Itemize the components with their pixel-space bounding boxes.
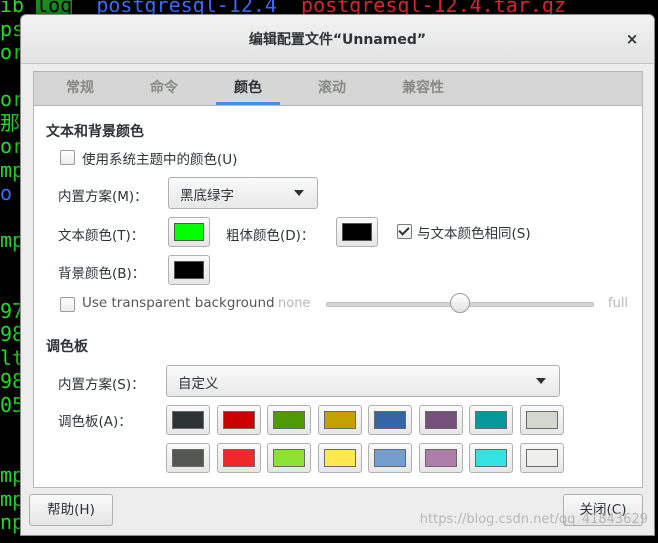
palette-swatch bbox=[374, 449, 406, 467]
tab-bar: 常规 命令 颜色 滚动 兼容性 bbox=[34, 72, 642, 106]
transparent-bg-checkbox[interactable] bbox=[60, 297, 75, 312]
builtin-scheme-label: 内置方案(M)： bbox=[58, 189, 148, 205]
palette-color-button-9[interactable] bbox=[216, 443, 261, 473]
palette-swatch bbox=[222, 449, 255, 467]
terminal-text: o bbox=[0, 181, 13, 205]
terminal-line: o bbox=[0, 182, 12, 204]
palette-color-button-5[interactable] bbox=[418, 405, 463, 435]
terminal-line: 那 bbox=[0, 112, 20, 134]
tab-scrolling[interactable]: 滚动 bbox=[318, 72, 346, 105]
palette-swatch bbox=[323, 411, 356, 429]
palette-swatch bbox=[475, 449, 507, 467]
builtin-scheme-value: 黑底绿字 bbox=[180, 188, 234, 204]
bold-color-swatch bbox=[342, 223, 372, 241]
close-icon[interactable]: × bbox=[622, 29, 642, 49]
palette-color-button-12[interactable] bbox=[368, 443, 412, 473]
palette-color-button-1[interactable] bbox=[216, 405, 261, 435]
palette-swatch bbox=[424, 411, 457, 429]
slider-min-label: none bbox=[278, 296, 311, 311]
same-as-text-label: 与文本颜色相同(S) bbox=[417, 226, 531, 242]
text-color-button[interactable] bbox=[168, 217, 210, 247]
palette-color-button-7[interactable] bbox=[519, 405, 564, 435]
palette-color-button-10[interactable] bbox=[267, 443, 311, 473]
tab-compatibility[interactable]: 兼容性 bbox=[402, 72, 444, 105]
palette-swatch bbox=[323, 449, 356, 467]
palette-color-button-6[interactable] bbox=[469, 405, 513, 435]
bg-color-button[interactable] bbox=[168, 255, 210, 285]
palette-color-button-11[interactable] bbox=[317, 443, 362, 473]
transparent-bg-label: Use transparent background bbox=[82, 295, 275, 311]
palette-swatch bbox=[525, 411, 558, 429]
tab-colors[interactable]: 颜色 bbox=[216, 72, 280, 105]
tab-general[interactable]: 常规 bbox=[66, 72, 94, 105]
builtin-scheme-combo[interactable]: 黑底绿字 bbox=[168, 177, 318, 209]
palette-swatch bbox=[172, 449, 204, 467]
profile-preferences-dialog: 编辑配置文件“Unnamed” × 常规 命令 颜色 滚动 兼容性 文本和背景颜… bbox=[20, 14, 655, 536]
palette-swatch bbox=[273, 411, 305, 429]
bg-color-label: 背景颜色(B)： bbox=[58, 266, 146, 282]
palette-color-button-8[interactable] bbox=[166, 443, 210, 473]
palette-scheme-label: 内置方案(S)： bbox=[58, 377, 145, 393]
text-color-swatch bbox=[174, 223, 204, 241]
terminal-text: 那 bbox=[0, 110, 20, 135]
use-system-theme-checkbox[interactable] bbox=[60, 150, 75, 165]
palette-swatch bbox=[424, 449, 457, 467]
palette-color-button-2[interactable] bbox=[267, 405, 311, 435]
palette-color-button-14[interactable] bbox=[469, 443, 513, 473]
chevron-down-icon bbox=[536, 378, 546, 384]
palette-swatch bbox=[222, 411, 255, 429]
palette-heading: 调色板 bbox=[46, 339, 88, 355]
transparency-slider-handle[interactable] bbox=[450, 293, 470, 313]
palette-swatch bbox=[273, 449, 305, 467]
palette-color-button-0[interactable] bbox=[166, 405, 210, 435]
palette-swatch bbox=[525, 449, 558, 467]
tab-command[interactable]: 命令 bbox=[150, 72, 178, 105]
palette-color-button-4[interactable] bbox=[368, 405, 412, 435]
text-color-label: 文本颜色(T)： bbox=[58, 228, 145, 244]
palette-color-button-13[interactable] bbox=[418, 443, 463, 473]
palette-label: 调色板(A)： bbox=[58, 414, 132, 430]
text-bg-heading: 文本和背景颜色 bbox=[46, 124, 144, 140]
palette-color-button-3[interactable] bbox=[317, 405, 362, 435]
bold-color-button[interactable] bbox=[336, 217, 378, 247]
palette-color-button-15[interactable] bbox=[519, 443, 564, 473]
slider-max-label: full bbox=[608, 296, 629, 311]
palette-swatch bbox=[374, 411, 406, 429]
watermark: https://blog.csdn.net/qq_41843629 bbox=[419, 512, 648, 527]
preferences-notebook: 常规 命令 颜色 滚动 兼容性 文本和背景颜色 使用系统主题中的颜色(U) 内置… bbox=[33, 71, 643, 488]
bg-color-swatch bbox=[174, 261, 204, 279]
palette-swatch bbox=[475, 411, 507, 429]
help-button[interactable]: 帮助(H) bbox=[29, 494, 113, 526]
same-as-text-checkbox[interactable] bbox=[397, 224, 412, 239]
palette-swatch bbox=[172, 411, 204, 429]
bold-color-label: 粗体颜色(D)： bbox=[226, 228, 315, 244]
palette-scheme-combo[interactable]: 自定义 bbox=[166, 365, 560, 397]
dialog-titlebar: 编辑配置文件“Unnamed” × bbox=[21, 15, 654, 64]
use-system-theme-label: 使用系统主题中的颜色(U) bbox=[82, 152, 238, 168]
palette-scheme-value: 自定义 bbox=[178, 376, 219, 392]
dialog-title: 编辑配置文件“Unnamed” bbox=[248, 32, 427, 48]
chevron-down-icon bbox=[294, 190, 304, 196]
